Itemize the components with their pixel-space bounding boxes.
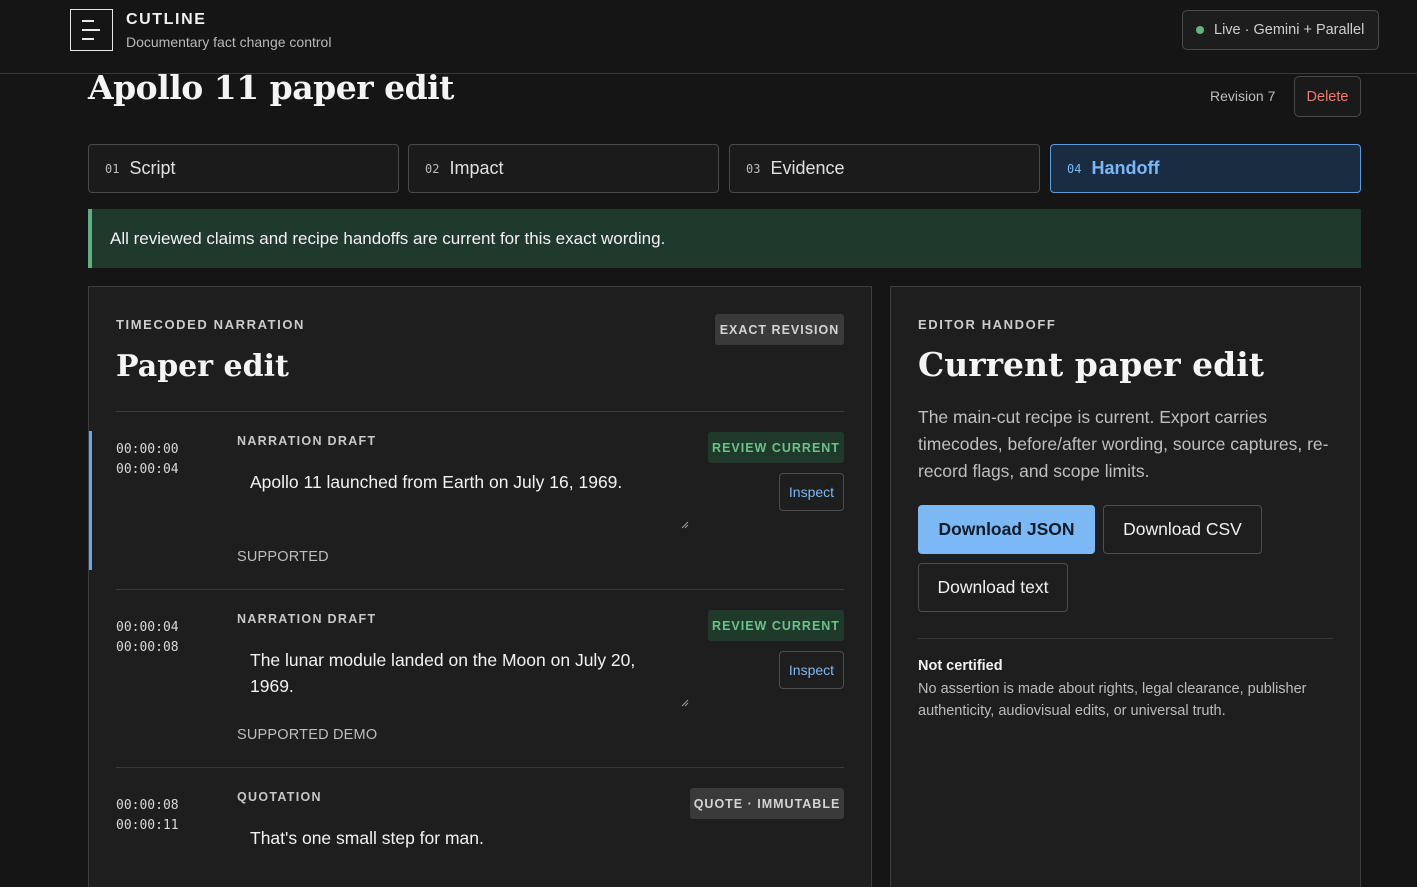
tab-label: Evidence	[770, 158, 845, 178]
page-title: Apollo 11 paper edit	[88, 68, 454, 107]
review-current-badge: REVIEW CURRENT	[708, 610, 844, 641]
inspect-button[interactable]: Inspect	[779, 651, 844, 689]
timecode-range: 00:00:08 00:00:11	[116, 796, 179, 836]
tab-script[interactable]: 01 Script	[88, 144, 399, 193]
handoff-title: Current paper edit	[918, 345, 1265, 384]
download-text-button[interactable]: Download text	[918, 563, 1068, 612]
delete-button[interactable]: Delete	[1294, 76, 1361, 117]
top-bar: CUTLINE Documentary fact change control …	[0, 0, 1417, 74]
timecode-out: 00:00:04	[116, 462, 179, 477]
row-active-indicator	[89, 431, 92, 570]
handoff-kicker: EDITOR HANDOFF	[918, 317, 1057, 332]
divider	[116, 767, 844, 768]
narration-text-field[interactable]: Apollo 11 launched from Earth on July 16…	[237, 461, 689, 531]
download-csv-button[interactable]: Download CSV	[1103, 505, 1262, 554]
tab-number: 01	[105, 161, 120, 176]
tab-number: 02	[425, 161, 440, 176]
timecode-in: 00:00:00	[116, 442, 179, 457]
status-dot-icon	[1196, 26, 1204, 34]
divider	[918, 638, 1333, 639]
inspect-button[interactable]: Inspect	[779, 473, 844, 511]
tab-evidence[interactable]: 03 Evidence	[729, 144, 1040, 193]
live-status-badge: Live · Gemini + Parallel	[1182, 10, 1379, 50]
tab-number: 04	[1067, 161, 1082, 176]
live-status-label: Live · Gemini + Parallel	[1214, 22, 1365, 38]
divider	[116, 589, 844, 590]
tab-impact[interactable]: 02 Impact	[408, 144, 719, 193]
divider	[116, 411, 844, 412]
narration-text-field[interactable]: The lunar module landed on the Moon on J…	[237, 639, 689, 709]
status-banner: All reviewed claims and recipe handoffs …	[88, 209, 1361, 268]
row-kind-label: QUOTATION	[237, 790, 322, 804]
resize-handle-icon[interactable]	[681, 521, 689, 529]
not-certified-title: Not certified	[918, 658, 1003, 674]
handoff-panel: EDITOR HANDOFF Current paper edit The ma…	[890, 286, 1361, 887]
row-kind-label: NARRATION DRAFT	[237, 434, 377, 448]
timecode-out: 00:00:08	[116, 640, 179, 655]
app-name: CUTLINE	[126, 11, 207, 28]
claim-status: SUPPORTED DEMO	[237, 727, 378, 743]
download-json-button[interactable]: Download JSON	[918, 505, 1095, 554]
resize-handle-icon[interactable]	[681, 699, 689, 707]
timecode-out: 00:00:11	[116, 818, 179, 833]
exact-revision-badge: EXACT REVISION	[715, 314, 844, 345]
quotation-text: That's one small step for man.	[237, 817, 689, 887]
timecode-in: 00:00:08	[116, 798, 179, 813]
tab-label: Impact	[449, 158, 504, 178]
quote-immutable-badge: QUOTE · IMMUTABLE	[690, 788, 844, 819]
app-subtitle: Documentary fact change control	[126, 34, 332, 50]
narration-panel: TIMECODED NARRATION Paper edit EXACT REV…	[88, 286, 872, 887]
tab-label: Handoff	[1091, 158, 1160, 178]
handoff-description: The main-cut recipe is current. Export c…	[918, 407, 1329, 481]
narration-title: Paper edit	[116, 349, 289, 384]
tab-handoff[interactable]: 04 Handoff	[1050, 144, 1361, 193]
timecode-in: 00:00:04	[116, 620, 179, 635]
tab-number: 03	[746, 161, 761, 176]
review-current-badge: REVIEW CURRENT	[708, 432, 844, 463]
timecode-range: 00:00:00 00:00:04	[116, 440, 179, 480]
not-certified-text: No assertion is made about rights, legal…	[918, 681, 1307, 719]
timecode-range: 00:00:04 00:00:08	[116, 618, 179, 658]
row-kind-label: NARRATION DRAFT	[237, 612, 377, 626]
status-banner-text: All reviewed claims and recipe handoffs …	[110, 228, 666, 248]
claim-status: SUPPORTED	[237, 549, 329, 565]
revision-label: Revision 7	[1210, 88, 1276, 104]
narration-kicker: TIMECODED NARRATION	[116, 317, 306, 332]
tab-label: Script	[129, 158, 176, 178]
menu-icon[interactable]	[70, 9, 113, 51]
